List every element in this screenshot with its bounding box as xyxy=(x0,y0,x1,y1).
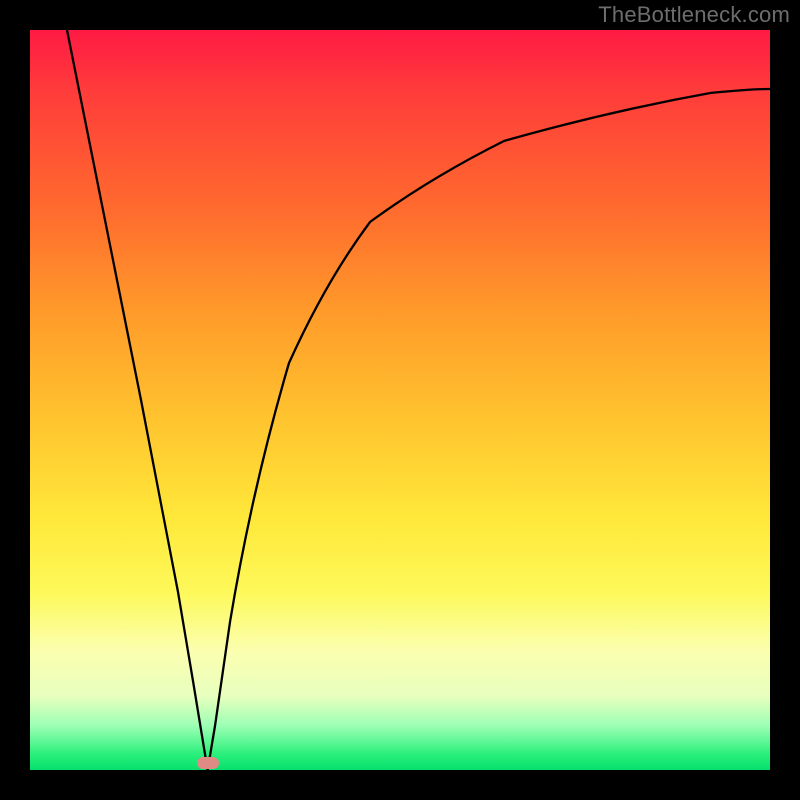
left-branch-line xyxy=(67,30,208,770)
vertex-marker xyxy=(197,757,219,769)
right-branch-line xyxy=(208,89,770,770)
chart-frame: TheBottleneck.com xyxy=(0,0,800,800)
watermark-text: TheBottleneck.com xyxy=(598,2,790,28)
curve-svg xyxy=(30,30,770,770)
plot-area xyxy=(30,30,770,770)
